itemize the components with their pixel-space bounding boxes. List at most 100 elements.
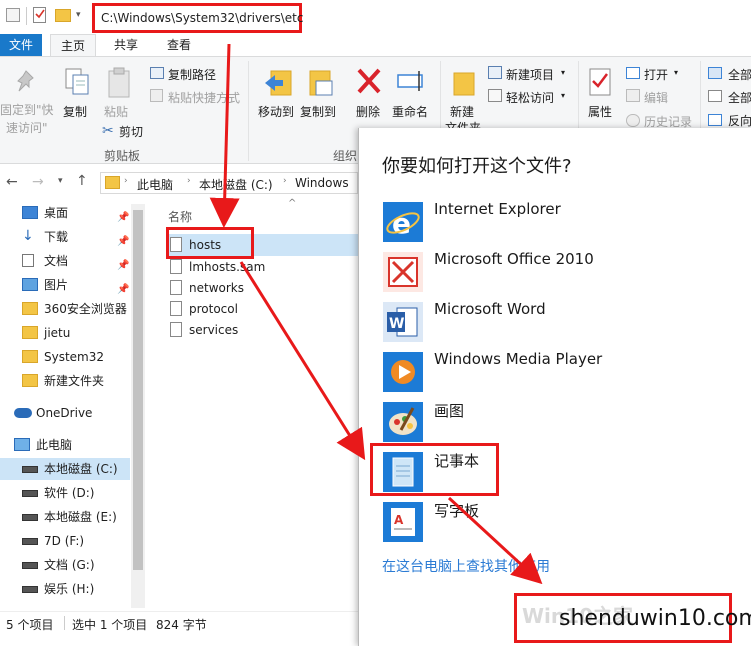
open-dropdown-icon[interactable]: ▾ [674,68,678,77]
properties-button[interactable]: 属性 [588,103,612,120]
app-name: 画图 [434,402,465,420]
tab-share[interactable]: 共享 [104,34,148,56]
cut-button[interactable]: 剪切 [119,123,143,140]
select-none-button[interactable]: 全部 [728,89,751,106]
customize-toolbar-icon[interactable]: ▾ [76,10,92,24]
nav-item-label: 文档 [44,254,69,268]
invert-selection-button[interactable]: 反向 [728,112,751,129]
select-all-button[interactable]: 全部 [728,66,751,83]
easy-access-dropdown-icon[interactable]: ▾ [561,91,565,100]
app-name: Windows Media Player [434,350,603,368]
rename-button[interactable]: 重命名 [392,103,428,120]
new-item-button[interactable]: 新建项目 [506,66,554,83]
recent-locations-icon[interactable]: ▾ [58,176,63,186]
open-button[interactable]: 打开 [644,66,668,83]
paste-button[interactable]: 粘贴 [104,103,128,120]
nav-item-desktop[interactable]: 桌面 📌 [0,202,130,224]
scrollbar-thumb[interactable] [133,210,143,570]
move-to-button[interactable]: 移动到 [258,103,294,120]
drive-icon [22,514,38,521]
app-option-wordpad[interactable]: A 写字板 [383,500,743,544]
word-icon: W [383,302,423,342]
chevron-right-icon: › [187,176,191,186]
back-arrow-icon[interactable]: ← [6,174,18,190]
copy-icon[interactable] [64,67,90,100]
easy-access-button[interactable]: 轻松访问 [506,89,554,106]
invert-selection-icon [708,114,722,126]
dialog-title: 你要如何打开这个文件? [382,156,572,177]
app-option-paint[interactable]: 画图 [383,400,743,444]
nav-item-folder[interactable]: 新建文件夹 [0,370,130,392]
tab-home[interactable]: 主页 [50,34,96,56]
app-option-office[interactable]: Microsoft Office 2010 [383,250,743,294]
drive-icon [22,586,38,593]
pictures-icon [22,278,38,291]
nav-item-drive[interactable]: 7D (F:) [0,530,130,552]
tab-view[interactable]: 查看 [156,34,202,56]
nav-item-label: 图片 [44,278,69,292]
new-item-dropdown-icon[interactable]: ▾ [561,68,565,77]
file-row[interactable]: lmhosts.sam [168,256,358,278]
find-other-app-link[interactable]: 在这台电脑上查找其他应用 [382,556,550,576]
nav-item-pictures[interactable]: 图片 📌 [0,274,130,296]
nav-item-label: 文档 (G:) [44,558,95,572]
paste-icon [106,67,132,102]
app-option-media-player[interactable]: Windows Media Player [383,350,743,394]
nav-item-drive[interactable]: 软件 (D:) [0,482,130,504]
nav-item-downloads[interactable]: ↓ 下载 📌 [0,226,130,248]
file-row[interactable]: services [168,319,358,341]
nav-item-this-pc[interactable]: 此电脑 [0,434,130,456]
copy-to-button[interactable]: 复制到 [300,103,336,120]
file-list: ^ 名称 hosts lmhosts.sam networks protocol… [148,198,358,611]
new-folder-label-1[interactable]: 新建 [450,103,474,120]
folder-icon [22,302,38,315]
nav-item-drive[interactable]: 文档 (G:) [0,554,130,576]
file-name: services [189,323,239,337]
forward-arrow-icon[interactable]: → [32,174,44,190]
breadcrumb-item[interactable]: 本地磁盘 (C:) [199,176,273,193]
file-row[interactable]: networks [168,277,358,299]
edit-button[interactable]: 编辑 [644,89,668,106]
breadcrumb[interactable]: › 此电脑 › 本地磁盘 (C:) › Windows [100,172,358,194]
nav-pane-scrollbar[interactable] [131,204,145,608]
file-icon [170,301,182,316]
tab-file[interactable]: 文件 [0,34,42,56]
select-none-icon [708,90,722,102]
copy-button[interactable]: 复制 [63,103,87,120]
paint-icon [383,402,423,442]
folder-icon [22,350,38,363]
nav-item-folder[interactable]: System32 [0,346,130,368]
nav-item-onedrive[interactable]: OneDrive [0,402,130,424]
file-row[interactable]: protocol [168,298,358,320]
nav-item-folder[interactable]: jietu [0,322,130,344]
new-folder-quick-icon[interactable] [55,9,71,22]
nav-item-drive[interactable]: 娱乐 (H:) [0,578,130,600]
up-arrow-icon[interactable]: ↑ [76,173,88,189]
properties-quick-icon[interactable] [33,7,46,23]
app-option-word[interactable]: W Microsoft Word [383,300,743,344]
drive-icon [22,490,38,497]
address-path-box[interactable]: C:\Windows\System32\drivers\etc [92,3,303,33]
pin-quick-access-label-2[interactable]: 速访问" [6,119,48,136]
file-icon [170,259,182,274]
computer-icon [14,438,30,451]
nav-item-drive-c[interactable]: 本地磁盘 (C:) [0,458,130,480]
folder-icon [22,374,38,387]
window-menu-icon[interactable] [6,8,20,22]
navigation-pane: 桌面 📌 ↓ 下载 📌 文档 📌 图片 📌 360安全浏览器 jietu Sys… [0,198,148,611]
breadcrumb-item[interactable]: Windows [295,176,349,190]
nav-item-folder[interactable]: 360安全浏览器 [0,298,130,320]
delete-button[interactable]: 删除 [356,103,380,120]
app-option-internet-explorer[interactable]: e Internet Explorer [383,200,743,244]
copy-path-button[interactable]: 复制路径 [168,66,216,83]
nav-item-label: System32 [44,350,105,364]
open-with-dialog: 你要如何打开这个文件? e Internet Explorer Microsof… [358,128,751,646]
nav-item-documents[interactable]: 文档 📌 [0,250,130,272]
paste-shortcut-button[interactable]: 粘贴快捷方式 [168,89,240,106]
nav-item-drive[interactable]: 本地磁盘 (E:) [0,506,130,528]
breadcrumb-item[interactable]: 此电脑 [137,176,173,193]
status-item-count: 5 个项目 [6,618,54,632]
navigation-bar: ← → ▾ ↑ › 此电脑 › 本地磁盘 (C:) › Windows [0,168,358,198]
column-header-name[interactable]: 名称 [168,208,192,225]
pin-quick-access-label-1[interactable]: 固定到"快 [0,101,54,118]
